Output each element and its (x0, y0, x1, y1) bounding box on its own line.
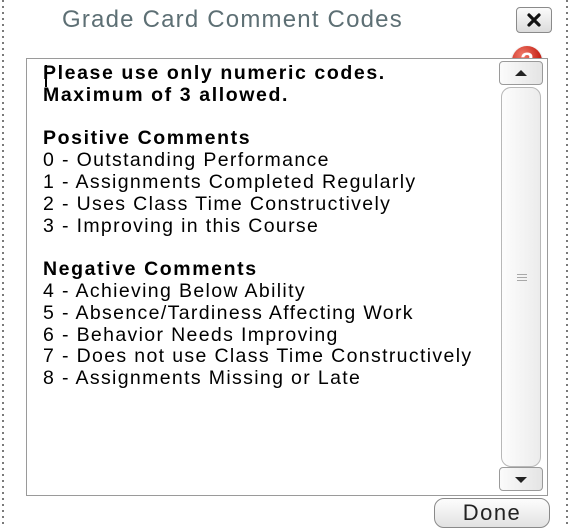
dialog-titlebar[interactable]: Grade Card Comment Codes (6, 0, 560, 38)
close-button[interactable] (516, 7, 552, 33)
scroll-up-arrow-icon (515, 70, 527, 76)
positive-comments-heading: Positive Comments (43, 127, 252, 150)
left-edge-dotted-border (2, 0, 4, 528)
scroll-down-arrow-icon (515, 477, 527, 483)
comment-code-item: 8 - Assignments Missing or Late (43, 367, 362, 390)
scroll-up-button[interactable] (499, 61, 543, 85)
close-icon (527, 13, 541, 27)
comment-codes-dialog: Grade Card Comment Codes ? Please use on… (6, 0, 560, 528)
comment-code-item: 5 - Absence/Tardiness Affecting Work (43, 301, 414, 324)
comment-codes-textarea[interactable]: Please use only numeric codes. Maximum o… (26, 58, 548, 496)
comment-code-item: 1 - Assignments Completed Regularly (43, 170, 417, 193)
scroll-down-button[interactable] (499, 467, 543, 491)
comment-code-item: 3 - Improving in this Course (43, 214, 320, 237)
done-button[interactable]: Done (434, 498, 550, 528)
negative-comments-heading: Negative Comments (43, 258, 258, 281)
comment-code-item: 7 - Does not use Class Time Constructive… (43, 345, 473, 368)
instructions-text: Please use only numeric codes. Maximum o… (43, 62, 386, 106)
vertical-scrollbar[interactable] (499, 61, 545, 493)
thumb-grip-line (517, 277, 527, 278)
comment-code-item: 0 - Outstanding Performance (43, 149, 330, 172)
comment-code-item: 4 - Achieving Below Ability (43, 279, 306, 302)
right-edge-dotted-border (566, 0, 568, 528)
thumb-grip-line (517, 280, 527, 281)
thumb-grip-line (517, 274, 527, 275)
comment-code-item: 2 - Uses Class Time Constructively (43, 192, 392, 215)
comment-codes-text: Please use only numeric codes. Maximum o… (43, 62, 493, 390)
page: Grade Card Comment Codes ? Please use on… (0, 0, 572, 528)
scrollbar-thumb[interactable] (501, 87, 541, 467)
comment-code-item: 6 - Behavior Needs Improving (43, 323, 339, 346)
dialog-title: Grade Card Comment Codes (62, 6, 403, 33)
